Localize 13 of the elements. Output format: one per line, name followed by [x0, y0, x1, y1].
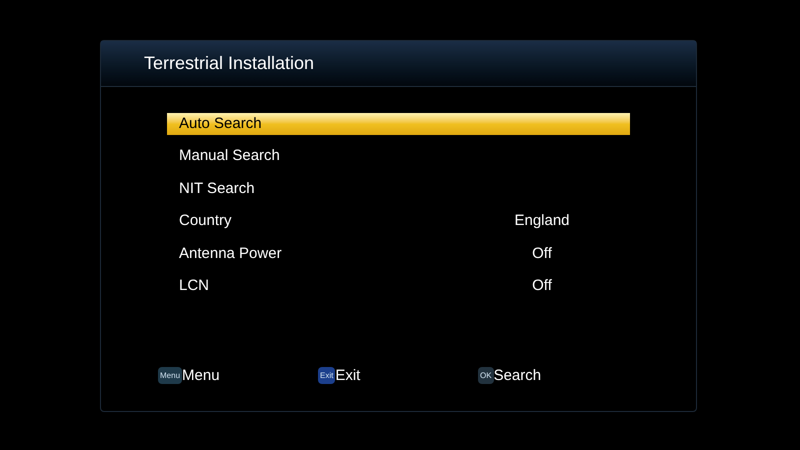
menu-item[interactable]: Auto Search: [167, 113, 630, 135]
hint-label: Exit: [335, 366, 360, 386]
menu-item[interactable]: Antenna Power Off: [167, 243, 630, 265]
hint-label: Menu: [182, 366, 220, 386]
menu-item[interactable]: NIT Search: [167, 178, 630, 200]
remote-key-icon: Menu: [158, 367, 182, 384]
window-title: Terrestrial Installation: [144, 52, 314, 75]
hint-label: Search: [494, 366, 542, 386]
remote-key-icon: Exit: [318, 367, 336, 384]
menu-item[interactable]: Manual Search: [167, 146, 630, 168]
menu-item[interactable]: Country England: [167, 210, 630, 232]
remote-key-icon: OK: [478, 367, 494, 384]
menu-item[interactable]: LCN Off: [167, 276, 630, 298]
